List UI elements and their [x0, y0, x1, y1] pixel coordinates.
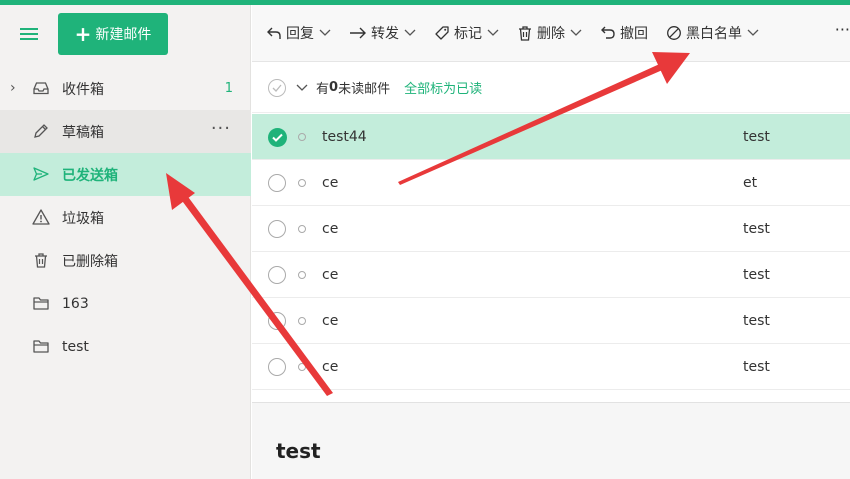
chevron-down-icon — [404, 29, 416, 36]
read-status-dot — [298, 317, 306, 325]
folder-163[interactable]: 163 — [0, 282, 251, 325]
folder-drafts[interactable]: 草稿箱 ··· — [0, 110, 251, 153]
mail-subject: et — [743, 174, 758, 191]
row-checkbox[interactable] — [268, 358, 286, 376]
folder-label: 草稿箱 — [62, 124, 104, 141]
warning-icon — [32, 209, 50, 225]
inbox-icon — [33, 82, 49, 95]
trash-icon — [519, 26, 531, 41]
unread-count: 0 — [329, 80, 339, 95]
preview-pane: test — [252, 402, 850, 479]
mail-row[interactable]: ce test — [252, 298, 850, 344]
compose-button[interactable]: + 新建邮件 — [58, 13, 168, 55]
folder-inbox[interactable]: › 收件箱 1 — [0, 67, 251, 110]
pencil-icon — [34, 124, 48, 138]
mail-row[interactable]: ce test — [252, 252, 850, 298]
folder-label: 已删除箱 — [62, 253, 118, 270]
read-status-dot — [298, 271, 306, 279]
mark-all-read-link[interactable]: 全部标为已读 — [404, 78, 482, 97]
plus-icon: + — [74, 22, 92, 46]
folder-list: › 收件箱 1 草稿箱 ··· 已发送箱 垃圾箱 已删除箱 163 test — [0, 67, 251, 368]
menu-icon[interactable] — [20, 28, 38, 42]
mail-sender: ce — [322, 174, 339, 191]
folder-label: 已发送箱 — [62, 167, 118, 184]
list-header: 有 0 未读邮件 全部标为已读 — [252, 63, 850, 113]
folder-test[interactable]: test — [0, 325, 251, 368]
block-icon — [667, 26, 681, 40]
mail-subject: test — [743, 128, 770, 145]
mail-row[interactable]: ce et — [252, 160, 850, 206]
trash-icon — [35, 253, 47, 268]
folder-label: test — [62, 338, 89, 355]
row-checkbox[interactable] — [268, 220, 286, 238]
row-checkbox[interactable] — [268, 312, 286, 330]
expand-icon[interactable]: › — [10, 80, 16, 96]
chevron-down-icon — [747, 29, 759, 36]
chevron-down-icon — [570, 29, 582, 36]
folder-icon — [33, 340, 49, 353]
check-icon — [272, 133, 283, 142]
mail-subject: test — [743, 358, 770, 375]
select-all-checkbox[interactable] — [268, 78, 286, 97]
folder-label: 163 — [62, 295, 89, 312]
tag-label: 标记 — [454, 26, 482, 42]
reply-icon — [267, 27, 281, 39]
check-icon — [272, 84, 282, 92]
folder-deleted[interactable]: 已删除箱 — [0, 239, 251, 282]
reply-button[interactable]: 回复 — [266, 18, 331, 48]
row-checkbox[interactable] — [268, 266, 286, 284]
preview-title: test — [276, 439, 321, 463]
read-status-dot — [298, 133, 306, 141]
tag-button[interactable]: 标记 — [434, 18, 499, 48]
unread-suffix: 未读邮件 — [338, 82, 391, 97]
mail-row[interactable]: test44 test — [252, 114, 850, 160]
mail-sender: ce — [322, 358, 339, 375]
compose-label: 新建邮件 — [95, 27, 152, 43]
mail-subject: test — [743, 266, 770, 283]
mail-list: test44 test ce et ce test ce test ce tes… — [252, 114, 850, 390]
mail-sender: ce — [322, 312, 339, 329]
mail-sender: ce — [322, 220, 339, 237]
chevron-down-icon — [487, 29, 499, 36]
chevron-down-icon — [319, 29, 331, 36]
tag-icon — [435, 26, 449, 40]
more-icon[interactable]: ··· — [211, 118, 231, 139]
read-status-dot — [298, 179, 306, 187]
send-icon — [33, 167, 49, 181]
mail-row[interactable]: ce test — [252, 206, 850, 252]
mail-row[interactable]: ce test — [252, 344, 850, 390]
blacklist-button[interactable]: 黑白名单 — [666, 18, 759, 48]
delete-label: 删除 — [537, 26, 565, 42]
recall-label: 撤回 — [620, 26, 648, 42]
reply-label: 回复 — [286, 26, 314, 42]
row-checkbox[interactable] — [268, 174, 286, 192]
unread-count-badge: 1 — [224, 81, 233, 96]
mail-sender: test44 — [322, 128, 367, 145]
read-status-dot — [298, 363, 306, 371]
sidebar: + 新建邮件 › 收件箱 1 草稿箱 ··· 已发送箱 垃圾箱 已删除箱 163… — [0, 5, 251, 479]
folder-label: 垃圾箱 — [62, 210, 104, 227]
blacklist-label: 黑白名单 — [686, 26, 742, 42]
unread-prefix: 有 — [316, 82, 330, 97]
read-status-dot — [298, 225, 306, 233]
folder-spam[interactable]: 垃圾箱 — [0, 196, 251, 239]
mail-subject: test — [743, 220, 770, 237]
folder-sent[interactable]: 已发送箱 — [0, 153, 251, 196]
folder-label: 收件箱 — [62, 81, 104, 98]
more-icon[interactable]: ··· — [835, 20, 850, 39]
undo-icon — [601, 26, 615, 39]
forward-button[interactable]: 转发 — [349, 18, 416, 48]
mail-subject: test — [743, 312, 770, 329]
toolbar: 回复 转发 标记 删除 撤回 黑白名单 ··· — [252, 5, 850, 62]
chevron-down-icon[interactable] — [296, 84, 308, 92]
arrow-right-icon — [350, 27, 366, 39]
forward-label: 转发 — [371, 26, 399, 42]
mail-sender: ce — [322, 266, 339, 283]
delete-button[interactable]: 删除 — [517, 18, 582, 48]
recall-button[interactable]: 撤回 — [600, 18, 648, 48]
row-checkbox-checked[interactable] — [268, 128, 287, 147]
folder-icon — [33, 297, 49, 310]
